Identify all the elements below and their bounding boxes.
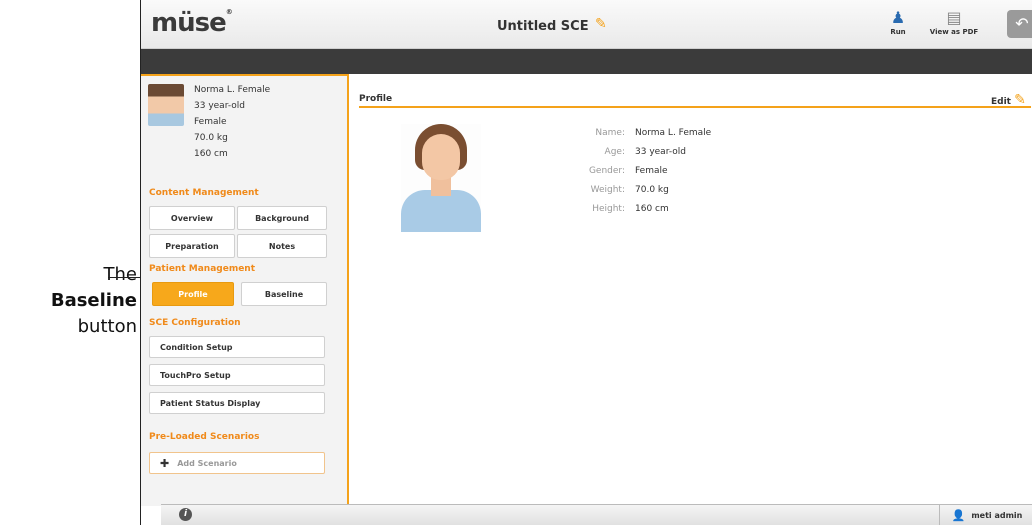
plus-icon: ✚ bbox=[160, 456, 170, 470]
patient-photo bbox=[401, 124, 481, 232]
run-icon: ♟ bbox=[890, 8, 906, 27]
age-label: Age: bbox=[604, 147, 625, 157]
info-icon[interactable]: i bbox=[179, 508, 192, 521]
condition-setup-button[interactable]: Condition Setup bbox=[149, 336, 325, 358]
notes-button[interactable]: Notes bbox=[237, 234, 327, 258]
add-scenario-label: Add Scenario bbox=[177, 458, 237, 468]
user-menu[interactable]: 👤 meti admin bbox=[939, 505, 1032, 525]
edit-label: Edit bbox=[991, 97, 1011, 107]
field-row-age: Age: 33 year-old bbox=[547, 143, 711, 162]
patient-summary-gender: Female bbox=[194, 117, 227, 127]
add-scenario-button[interactable]: ✚ Add Scenario bbox=[149, 452, 325, 474]
patient-summary: Norma L. Female 33 year-old Female 70.0 … bbox=[194, 82, 270, 162]
name-value: Norma L. Female bbox=[635, 128, 712, 138]
run-label: Run bbox=[890, 28, 906, 36]
patient-avatar-small bbox=[148, 84, 184, 126]
muse-app-window: müse® Untitled SCE ✎ ♟ Run ▤ View as PDF… bbox=[140, 0, 1032, 525]
baseline-button[interactable]: Baseline bbox=[241, 282, 327, 306]
back-arrow-button[interactable]: ↶ bbox=[1007, 10, 1032, 38]
edit-title-pencil-icon[interactable]: ✎ bbox=[595, 16, 607, 32]
dark-nav-bar bbox=[141, 49, 1032, 74]
user-name: meti admin bbox=[971, 511, 1023, 520]
field-row-height: Height: 160 cm bbox=[547, 200, 711, 219]
patient-summary-age: 33 year-old bbox=[194, 101, 245, 111]
field-row-name: Name: Norma L. Female bbox=[547, 124, 711, 143]
patient-summary-weight: 70.0 kg bbox=[194, 133, 228, 143]
edit-profile-button[interactable]: Edit ✎ bbox=[991, 92, 1026, 108]
top-toolbar: müse® Untitled SCE ✎ ♟ Run ▤ View as PDF… bbox=[141, 0, 1032, 49]
height-label: Height: bbox=[592, 204, 625, 214]
pdf-icon: ▤ bbox=[946, 8, 962, 27]
gender-value: Female bbox=[635, 166, 668, 176]
muse-logo: müse® bbox=[151, 8, 233, 38]
content-management-heading: Content Management bbox=[149, 188, 259, 198]
field-row-gender: Gender: Female bbox=[547, 162, 711, 181]
height-value: 160 cm bbox=[635, 204, 669, 214]
field-row-weight: Weight: 70.0 kg bbox=[547, 181, 711, 200]
overview-button[interactable]: Overview bbox=[149, 206, 235, 230]
view-as-pdf-button[interactable]: ▤ View as PDF bbox=[929, 8, 979, 36]
main-panel: Profile Edit ✎ Name: Norma L. Female Age… bbox=[351, 74, 1032, 504]
name-label: Name: bbox=[595, 128, 625, 138]
profile-section-title: Profile bbox=[359, 94, 393, 104]
pencil-icon: ✎ bbox=[1014, 92, 1026, 108]
background-button[interactable]: Background bbox=[237, 206, 327, 230]
profile-header-underline bbox=[359, 88, 1031, 108]
weight-value: 70.0 kg bbox=[635, 185, 669, 195]
run-button[interactable]: ♟ Run bbox=[886, 8, 910, 36]
patient-summary-name: Norma L. Female bbox=[194, 85, 271, 95]
sidebar: Norma L. Female 33 year-old Female 70.0 … bbox=[141, 74, 349, 506]
patient-management-heading: Patient Management bbox=[149, 264, 256, 274]
pre-loaded-scenarios-heading: Pre-Loaded Scenarios bbox=[149, 432, 260, 442]
weight-label: Weight: bbox=[590, 185, 625, 195]
gender-label: Gender: bbox=[588, 166, 625, 176]
sce-configuration-heading: SCE Configuration bbox=[149, 318, 241, 328]
profile-button[interactable]: Profile bbox=[152, 282, 234, 306]
patient-summary-height: 160 cm bbox=[194, 149, 228, 159]
document-title: Untitled SCE bbox=[497, 19, 589, 34]
status-bar: i 👤 meti admin bbox=[161, 504, 1032, 525]
preparation-button[interactable]: Preparation bbox=[149, 234, 235, 258]
user-icon: 👤 bbox=[951, 509, 966, 522]
callout-line3: button bbox=[77, 316, 137, 337]
view-as-pdf-label: View as PDF bbox=[929, 28, 979, 36]
patient-status-display-button[interactable]: Patient Status Display bbox=[149, 392, 325, 414]
profile-fields: Name: Norma L. Female Age: 33 year-old G… bbox=[547, 124, 711, 219]
callout-line2: Baseline bbox=[50, 290, 137, 311]
age-value: 33 year-old bbox=[635, 147, 686, 157]
baseline-callout: The Baseline button bbox=[0, 262, 137, 340]
callout-line1: The bbox=[103, 264, 137, 285]
touchpro-setup-button[interactable]: TouchPro Setup bbox=[149, 364, 325, 386]
